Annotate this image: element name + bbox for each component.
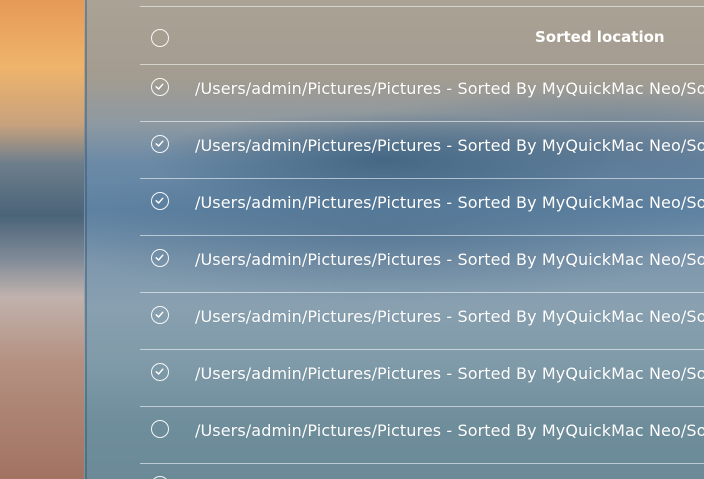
table-divider [140,463,704,464]
sorted-location-path: /Users/admin/Pictures/Pictures - Sorted … [195,307,704,326]
table-header-row: Sorted location [140,7,704,64]
checked-checkbox[interactable] [151,249,169,267]
table-row[interactable]: /Users/admin/Pictures/Pictures - Sorted … [140,350,704,407]
sorted-location-path: /Users/admin/Pictures/Pictures - Sorted … [195,250,704,269]
checked-checkbox[interactable] [151,306,169,324]
sorted-location-path: /Users/admin/Pictures/Pictures - Sorted … [195,193,704,212]
table-row[interactable]: /Users/admin/Pictures/Pictures - Sorted … [140,179,704,236]
checkmark-icon [155,311,164,318]
checked-checkbox[interactable] [151,363,169,381]
table-row[interactable]: /Users/admin/Pictures/Pictures - Sorted … [140,293,704,350]
checked-checkbox[interactable] [151,192,169,210]
table-row[interactable]: /Users/admin/Pictures/Pictures - Sorted … [140,407,704,464]
checkmark-icon [155,83,164,90]
sorted-location-path: /Users/admin/Pictures/Pictures - Sorted … [195,364,704,383]
desktop-wallpaper [0,0,84,479]
sorted-location-path: /Users/admin/Pictures/Pictures - Sorted … [195,421,704,440]
checked-checkbox[interactable] [151,135,169,153]
unchecked-checkbox[interactable] [151,420,169,438]
table-row[interactable]: /Users/admin/Pictures/Pictures - Sorted … [140,122,704,179]
checkmark-icon [155,368,164,375]
table-row[interactable]: /Users/admin/Pictures/Pictures - Sorted … [140,65,704,122]
sorted-location-path: /Users/admin/Pictures/Pictures - Sorted … [195,79,704,98]
checkmark-icon [155,140,164,147]
checkmark-icon [155,197,164,204]
select-all-checkbox[interactable] [151,29,169,47]
sorted-location-path: /Users/admin/Pictures/Pictures - Sorted … [195,136,704,155]
sorted-files-panel: Sorted location /Users/admin/Pictures/Pi… [84,0,704,479]
checkmark-icon [155,254,164,261]
table-row[interactable]: /Users/admin/Pictures/Pictures - Sorted … [140,236,704,293]
sorted-location-column-header[interactable]: Sorted location [535,28,665,46]
checked-checkbox[interactable] [151,78,169,96]
